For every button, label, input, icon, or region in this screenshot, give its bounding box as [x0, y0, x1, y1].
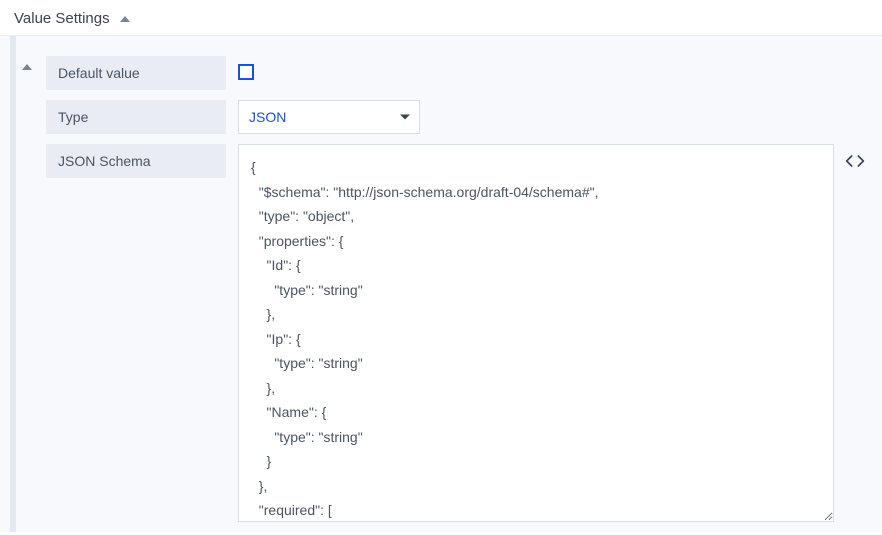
row-json-schema: JSON Schema [46, 144, 866, 522]
default-value-checkbox[interactable] [238, 64, 254, 80]
settings-panel: Default value Type JSON JSON Schema [0, 35, 882, 532]
type-select-value: JSON [249, 109, 286, 125]
section-title: Value Settings [14, 10, 110, 27]
type-select[interactable]: JSON [238, 100, 420, 134]
label-default-value: Default value [46, 56, 226, 90]
row-default-value: Default value [46, 56, 866, 90]
label-type: Type [46, 100, 226, 134]
label-json-schema: JSON Schema [46, 144, 226, 178]
code-icon[interactable] [844, 150, 866, 172]
chevron-up-icon [120, 16, 130, 22]
row-type: Type JSON [46, 100, 866, 134]
section-toggle[interactable]: Value Settings [0, 0, 882, 35]
chevron-up-icon [22, 64, 32, 70]
collapse-gutter [10, 36, 16, 532]
json-schema-textarea[interactable] [238, 144, 834, 522]
collapse-button[interactable] [20, 60, 34, 74]
